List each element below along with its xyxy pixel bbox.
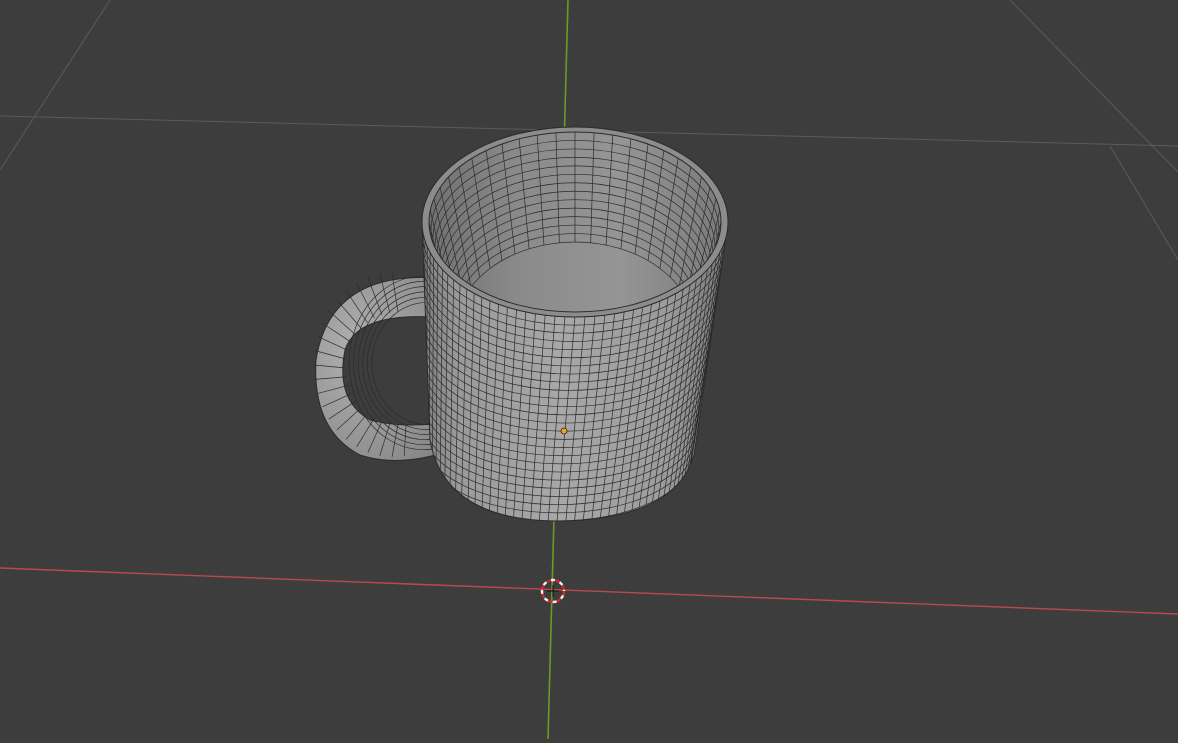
- x-axis-line: [0, 568, 1178, 614]
- object-origin-icon[interactable]: [561, 428, 567, 434]
- 3d-viewport[interactable]: [0, 0, 1178, 739]
- mug-mesh[interactable]: [314, 127, 728, 521]
- viewport-canvas[interactable]: [0, 0, 1178, 739]
